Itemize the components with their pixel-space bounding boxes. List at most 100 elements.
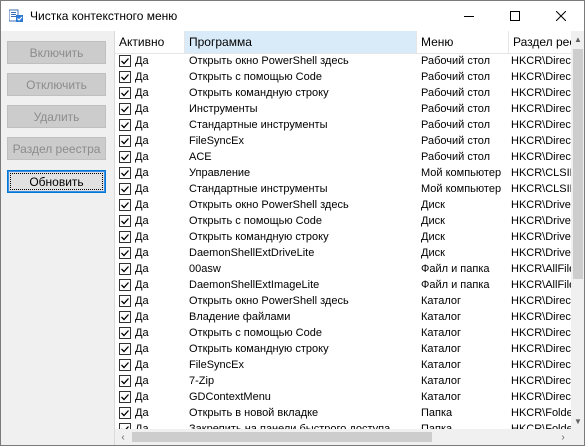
horizontal-scroll-thumb[interactable]	[132, 432, 432, 442]
table-row[interactable]: Да 00asw Файл и папка HKCR\AllFiles	[115, 261, 571, 277]
check-icon	[121, 186, 129, 193]
table-row[interactable]: Да Стандартные инструменты Рабочий стол HKC…	[115, 117, 571, 133]
scroll-left-icon[interactable]: ‹	[115, 429, 131, 445]
active-checkbox[interactable]	[119, 407, 131, 419]
active-cell: Да	[115, 245, 185, 261]
horizontal-scrollbar[interactable]: ‹ ›	[115, 429, 571, 445]
active-value: Да	[135, 407, 149, 419]
table-row[interactable]: Да GDContextMenu Каталог HKCR\Directo	[115, 389, 571, 405]
registry-cell: HKCR\Directo	[511, 359, 571, 371]
table-row[interactable]: Да Управление Мой компьютер HKCR\CLSID	[115, 165, 571, 181]
active-checkbox[interactable]	[119, 231, 131, 243]
table-row[interactable]: Да Открыть командную строку Каталог HKCR\Di…	[115, 341, 571, 357]
active-cell: Да	[115, 325, 185, 341]
active-checkbox[interactable]	[119, 279, 131, 291]
table-row[interactable]: Да Открыть с помощью Code Диск HKCR\Drive\	[115, 213, 571, 229]
active-checkbox[interactable]	[119, 247, 131, 259]
active-value: Да	[135, 295, 149, 307]
column-header-program[interactable]: Программа	[185, 31, 417, 53]
table-row[interactable]: Да Открыть с помощью Code Каталог HKCR\Dire…	[115, 325, 571, 341]
active-checkbox[interactable]	[119, 167, 131, 179]
active-checkbox[interactable]	[119, 103, 131, 115]
active-checkbox[interactable]	[119, 359, 131, 371]
refresh-button[interactable]: Обновить	[7, 170, 106, 193]
close-button[interactable]	[538, 1, 584, 31]
registry-cell: HKCR\Directo	[511, 103, 571, 115]
list-header: Активно Программа Меню Раздел реестра	[115, 31, 584, 54]
active-cell: Да	[115, 213, 185, 229]
table-row[interactable]: Да Открыть с помощью Code Рабочий стол HKCR…	[115, 69, 571, 85]
active-checkbox[interactable]	[119, 327, 131, 339]
active-checkbox[interactable]	[119, 263, 131, 275]
table-row[interactable]: Да 7-Zip Каталог HKCR\Directo	[115, 373, 571, 389]
active-checkbox[interactable]	[119, 391, 131, 403]
registry-cell: HKCR\Directo	[511, 311, 571, 323]
table-row[interactable]: Да DaemonShellExtImageLite Файл и папка HKC…	[115, 277, 571, 293]
column-header-menu[interactable]: Меню	[417, 31, 509, 53]
vertical-scroll-thumb[interactable]	[573, 49, 583, 279]
scroll-up-icon[interactable]: ▲	[571, 31, 584, 47]
active-checkbox[interactable]	[119, 343, 131, 355]
program-cell: Открыть с помощью Code	[189, 71, 322, 83]
table-row[interactable]: Да FileSyncEx Каталог HKCR\Directo	[115, 357, 571, 373]
active-checkbox[interactable]	[119, 311, 131, 323]
table-row[interactable]: Да DaemonShellExtDriveLite Диск HKCR\Drive\	[115, 245, 571, 261]
registry-cell: HKCR\Drive\	[511, 231, 571, 243]
menu-cell: Мой компьютер	[421, 183, 502, 195]
context-menu-list[interactable]: Активно Программа Меню Раздел реестра Да…	[114, 31, 584, 445]
active-checkbox[interactable]	[119, 295, 131, 307]
table-row[interactable]: Да Открыть окно PowerShell здесь Каталог HK…	[115, 293, 571, 309]
table-row[interactable]: Да Инструменты Рабочий стол HKCR\Directo	[115, 101, 571, 117]
registry-cell: HKCR\Directo	[511, 87, 571, 99]
check-icon	[121, 202, 129, 209]
registry-section-button[interactable]: Раздел реестра	[7, 137, 106, 160]
menu-cell: Папка	[421, 423, 453, 429]
table-row[interactable]: Да Открыть окно PowerShell здесь Рабочий с…	[115, 53, 571, 69]
program-cell: FileSyncEx	[189, 359, 245, 371]
active-checkbox[interactable]	[119, 71, 131, 83]
vertical-scrollbar[interactable]: ▲ ▼	[571, 31, 584, 429]
registry-cell: HKCR\Directo	[511, 343, 571, 355]
delete-button[interactable]: Удалить	[7, 105, 106, 128]
menu-cell: Диск	[421, 199, 445, 211]
active-checkbox[interactable]	[119, 87, 131, 99]
table-row[interactable]: Да Открыть окно PowerShell здесь Диск HKCR\…	[115, 197, 571, 213]
active-checkbox[interactable]	[119, 55, 131, 67]
active-checkbox[interactable]	[119, 135, 131, 147]
program-cell: FileSyncEx	[189, 135, 245, 147]
scroll-down-icon[interactable]: ▼	[571, 413, 584, 429]
minimize-button[interactable]	[446, 1, 492, 31]
table-row[interactable]: Да ACE Рабочий стол HKCR\Directo	[115, 149, 571, 165]
table-row[interactable]: Да Открыть командную строку Диск HKCR\Drive…	[115, 229, 571, 245]
registry-cell: HKCR\Directo	[511, 119, 571, 131]
active-cell: Да	[115, 85, 185, 101]
table-row[interactable]: Да Стандартные инструменты Мой компьютер HK…	[115, 181, 571, 197]
table-row[interactable]: Да Открыть командную строку Рабочий стол HK…	[115, 85, 571, 101]
active-cell: Да	[115, 309, 185, 325]
maximize-button[interactable]	[492, 1, 538, 31]
active-value: Да	[135, 135, 149, 147]
table-row[interactable]: Да Закрепить на панели быстрого доступа Па…	[115, 421, 571, 429]
active-value: Да	[135, 391, 149, 403]
disable-button[interactable]: Отключить	[7, 73, 106, 96]
active-cell: Да	[115, 149, 185, 165]
active-checkbox[interactable]	[119, 119, 131, 131]
enable-button[interactable]: Включить	[7, 41, 106, 64]
close-icon	[556, 11, 566, 21]
active-checkbox[interactable]	[119, 183, 131, 195]
active-value: Да	[135, 199, 149, 211]
active-checkbox[interactable]	[119, 151, 131, 163]
table-row[interactable]: Да Владение файлами Каталог HKCR\Directo	[115, 309, 571, 325]
active-cell: Да	[115, 261, 185, 277]
check-icon	[121, 218, 129, 225]
menu-cell: Диск	[421, 247, 445, 259]
menu-cell: Рабочий стол	[421, 151, 491, 163]
active-checkbox[interactable]	[119, 375, 131, 387]
active-checkbox[interactable]	[119, 199, 131, 211]
table-row[interactable]: Да FileSyncEx Рабочий стол HKCR\Directo	[115, 133, 571, 149]
scroll-right-icon[interactable]: ›	[555, 429, 571, 445]
active-checkbox[interactable]	[119, 215, 131, 227]
table-row[interactable]: Да Открыть в новой вкладке Папка HKCR\Folde…	[115, 405, 571, 421]
program-cell: Открыть окно PowerShell здесь	[189, 55, 349, 67]
column-header-active[interactable]: Активно	[115, 31, 185, 53]
